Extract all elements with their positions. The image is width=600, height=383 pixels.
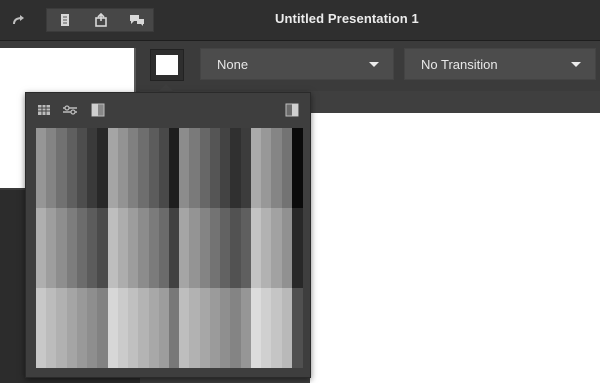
color-swatch[interactable] [291,288,303,368]
chevron-down-icon [571,62,581,67]
toolbar-button-group [46,8,154,32]
selected-color-swatch [156,55,178,75]
transition-dropdown[interactable]: No Transition [404,48,596,80]
palette-image-button[interactable] [284,103,300,117]
share-button[interactable] [83,9,119,31]
table-icon [38,105,50,115]
color-swatch[interactable] [291,208,303,288]
redo-icon [13,15,24,25]
background-dropdown-value: None [217,56,249,72]
swatch-column[interactable] [291,128,303,368]
background-color-picker[interactable] [150,49,184,81]
gradient-icon [91,103,105,117]
image-icon [285,103,299,117]
document-title: Untitled Presentation 1 [275,11,419,26]
top-toolbar: Untitled Presentation 1 [0,0,600,41]
comments-button[interactable] [119,9,155,31]
background-dropdown[interactable]: None [200,48,394,80]
adjust-icon [63,105,77,115]
comments-icon [130,15,144,26]
slide-canvas[interactable] [310,113,600,383]
palette-tab-gradient[interactable] [90,103,106,117]
share-icon [95,13,107,27]
document-button[interactable] [47,9,83,31]
popover-arrow [158,84,174,92]
palette-tab-swatches[interactable] [36,103,52,117]
transition-dropdown-value: No Transition [421,56,498,72]
document-icon [61,14,69,26]
color-swatch-grid[interactable] [36,128,303,368]
color-palette-popover [25,92,311,378]
color-swatch[interactable] [291,128,303,208]
chevron-down-icon [369,62,379,67]
palette-tab-adjust[interactable] [62,103,78,117]
redo-button[interactable] [6,8,32,32]
